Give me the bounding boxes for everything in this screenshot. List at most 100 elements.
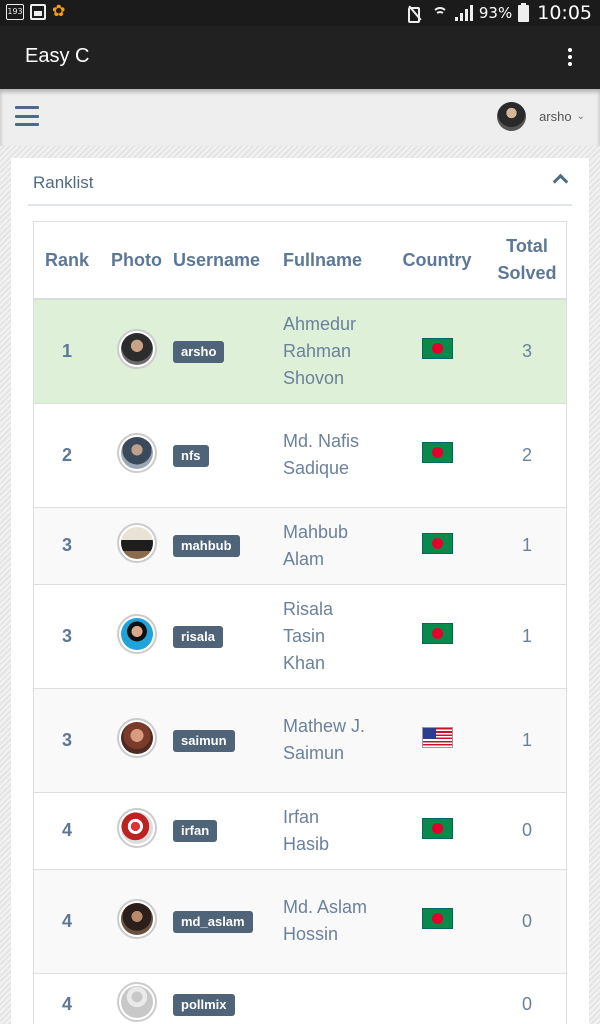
photo-cell	[100, 791, 173, 869]
avatar[interactable]	[116, 717, 157, 758]
flag-bd-icon	[421, 532, 453, 554]
photo-cell	[100, 298, 173, 403]
rank-cell: 4	[34, 791, 100, 869]
battery-icon	[518, 2, 530, 22]
app-title: Easy C	[25, 45, 90, 67]
username-cell: saimun	[173, 687, 283, 792]
table-row: 2 nfs Md. Nafis Sadique 2	[34, 402, 566, 507]
table-header-row: Rank Photo Username Fullname Country Tot…	[34, 222, 566, 300]
solved-cell: 0	[488, 791, 566, 869]
avatar[interactable]	[116, 432, 157, 473]
country-cell	[386, 972, 488, 1024]
panel-title: Ranklist	[33, 173, 94, 192]
country-cell	[386, 791, 488, 869]
user-menu[interactable]: arsho ⌄	[497, 102, 585, 131]
solved-cell: 2	[488, 402, 566, 507]
rank-cell: 3	[34, 687, 100, 792]
app-bar: Easy C	[0, 26, 600, 89]
table-row: 3 risala Risala Tasin Khan 1	[34, 583, 566, 688]
status-bar-right: 93% 10:05	[405, 2, 592, 24]
username-cell: arsho	[173, 298, 283, 403]
col-country[interactable]: Country	[386, 222, 488, 300]
avatar-image	[120, 902, 153, 935]
ranklist-panel: Ranklist Rank Photo Username Fullname Co…	[11, 158, 589, 1024]
table-row: 1 arsho Ahmedur Rahman Shovon 3	[34, 298, 566, 403]
overflow-menu-icon[interactable]	[562, 48, 578, 68]
username-badge[interactable]: irfan	[173, 820, 218, 842]
username-badge[interactable]: mahbub	[173, 535, 240, 557]
solved-cell: 3	[488, 298, 566, 403]
top-navbar: arsho ⌄	[0, 89, 600, 146]
solved-cell: 1	[488, 687, 566, 792]
chevron-down-icon: ⌄	[576, 111, 585, 122]
avatar-image	[120, 617, 153, 650]
username-badge[interactable]: nfs	[173, 444, 209, 467]
col-username[interactable]: Username	[173, 222, 283, 300]
col-photo: Photo	[100, 222, 173, 300]
fullname-cell: Md. Nafis Sadique	[283, 402, 386, 507]
col-total-solved[interactable]: Total Solved	[488, 222, 566, 300]
username-badge[interactable]: md_aslam	[173, 910, 253, 933]
avatar[interactable]	[116, 523, 157, 563]
signal-icon	[454, 5, 473, 21]
fullname-cell: Irfan Hasib	[283, 791, 386, 869]
fullname-cell: Risala Tasin Khan	[283, 583, 386, 688]
avatar[interactable]	[116, 808, 157, 848]
username-badge[interactable]: saimun	[173, 729, 235, 752]
solved-cell: 0	[488, 868, 566, 973]
country-cell	[386, 402, 488, 507]
country-cell	[386, 298, 488, 403]
avatar-image	[120, 986, 153, 1019]
rank-cell: 2	[34, 402, 100, 507]
flag-bd-icon	[421, 338, 453, 360]
panel-header[interactable]: Ranklist	[28, 158, 572, 206]
photo-cell	[100, 868, 173, 973]
avatar-image	[120, 812, 153, 844]
avatar-image	[120, 721, 153, 754]
status-bar-left: 193 ✿	[6, 4, 65, 20]
flag-bd-icon	[421, 442, 453, 463]
solved-cell: 0	[488, 972, 566, 1024]
avatar[interactable]	[116, 328, 157, 369]
uc-browser-icon: ✿	[52, 3, 66, 20]
fullname-cell: Ahmedur Rahman Shovon	[283, 298, 386, 403]
table-row: 4 pollmix 0	[34, 972, 566, 1024]
status-bar: 193 ✿ 93% 10:05	[0, 0, 600, 26]
rank-cell: 4	[34, 868, 100, 973]
fullname-cell: Mahbub Alam	[283, 506, 386, 584]
username-badge[interactable]: pollmix	[173, 994, 235, 1017]
photo-cell	[100, 402, 173, 507]
col-rank[interactable]: Rank	[34, 222, 100, 300]
col-fullname[interactable]: Fullname	[283, 222, 386, 300]
photo-cell	[100, 583, 173, 688]
fullname-cell: Mathew J. Saimun	[283, 687, 386, 792]
wifi-icon	[431, 5, 449, 21]
username-badge[interactable]: risala	[173, 625, 223, 648]
avatar[interactable]	[116, 898, 157, 939]
flag-us-icon	[421, 727, 453, 748]
avatar-image	[120, 436, 153, 469]
avatar[interactable]	[116, 613, 157, 654]
username-badge[interactable]: arsho	[173, 340, 225, 363]
avatar-image	[120, 527, 153, 559]
country-cell	[386, 583, 488, 688]
table-row: 3 saimun Mathew J. Saimun 1	[34, 687, 566, 792]
rank-cell: 4	[34, 972, 100, 1024]
table-row: 4 irfan Irfan Hasib 0	[34, 791, 566, 869]
username-cell: mahbub	[173, 506, 283, 584]
flag-bd-icon	[421, 908, 453, 929]
username-cell: nfs	[173, 402, 283, 507]
photo-cell	[100, 687, 173, 792]
country-cell	[386, 868, 488, 973]
fullname-cell: Md. Aslam Hossin	[283, 868, 386, 973]
chevron-up-icon[interactable]	[552, 173, 569, 190]
solved-cell: 1	[488, 583, 566, 688]
username-cell: risala	[173, 583, 283, 688]
table-row: 4 md_aslam Md. Aslam Hossin 0	[34, 868, 566, 973]
flag-bd-icon	[421, 623, 453, 644]
username-cell: pollmix	[173, 972, 283, 1024]
flag-bd-icon	[421, 817, 453, 839]
user-name: arsho	[539, 109, 572, 124]
avatar[interactable]	[116, 982, 157, 1023]
hamburger-menu-icon[interactable]	[15, 106, 39, 126]
